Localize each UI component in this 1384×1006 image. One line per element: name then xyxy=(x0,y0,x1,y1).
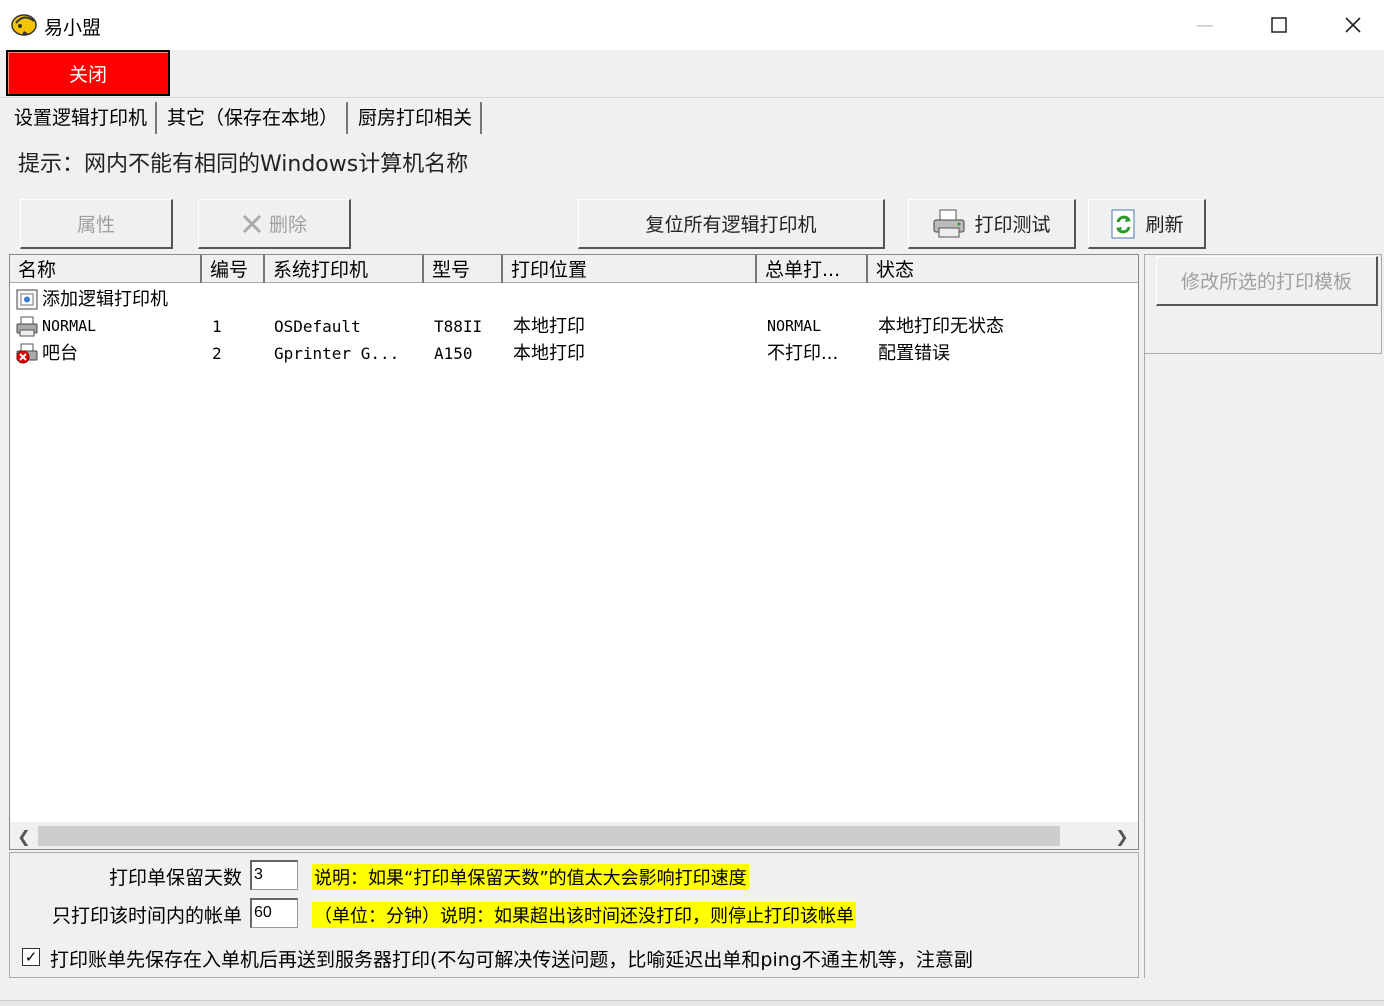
table-row[interactable]: NORMAL 1 OSDefault T88II 本地打印 NORMAL 本地打… xyxy=(10,313,1138,340)
tab-other-local[interactable]: 其它（保存在本地） xyxy=(159,102,349,134)
print-test-button[interactable]: 打印测试 xyxy=(908,199,1076,249)
refresh-label: 刷新 xyxy=(1145,214,1184,236)
row-total-print: 不打印... xyxy=(767,343,839,364)
minimize-button[interactable]: — xyxy=(1168,0,1242,50)
printer-icon xyxy=(932,208,968,240)
printer-list: 名称 编号 系统打印机 型号 打印位置 总单打... 状态 添加逻辑打印机 NO… xyxy=(9,254,1139,850)
delete-label: 删除 xyxy=(268,214,307,236)
maximize-button[interactable] xyxy=(1242,0,1316,50)
title-bar: 易小盟 — xyxy=(0,0,1384,50)
tab-bar: 设置逻辑打印机 其它（保存在本地） 厨房打印相关 xyxy=(6,100,484,134)
column-name[interactable]: 名称 xyxy=(10,255,202,283)
list-item-add[interactable]: 添加逻辑打印机 xyxy=(10,286,1138,313)
row-name: NORMAL xyxy=(42,317,97,335)
row-location: 本地打印 xyxy=(513,343,585,364)
horizontal-scrollbar[interactable]: ❮ ❯ xyxy=(9,822,1139,850)
column-total-print[interactable]: 总单打... xyxy=(757,255,868,283)
printer-icon xyxy=(16,316,38,337)
row-name: 添加逻辑打印机 xyxy=(42,289,168,310)
row-status: 配置错误 xyxy=(878,343,950,364)
maximize-icon xyxy=(1271,17,1287,33)
row-system-printer: Gprinter G... xyxy=(274,344,400,363)
time-limit-label: 只打印该时间内的帐单 xyxy=(51,905,242,927)
keep-days-input[interactable]: 3 xyxy=(250,860,298,890)
scrollbar-thumb[interactable] xyxy=(38,826,1060,846)
delete-button[interactable]: 删除 xyxy=(198,199,351,249)
window-title: 易小盟 xyxy=(44,17,102,39)
column-print-location[interactable]: 打印位置 xyxy=(503,255,757,283)
reset-all-button[interactable]: 复位所有逻辑打印机 xyxy=(578,199,885,249)
refresh-button[interactable]: 刷新 xyxy=(1088,199,1206,249)
refresh-icon xyxy=(1109,208,1139,240)
time-limit-note: （单位：分钟）说明：如果超出该时间还没打印，则停止打印该帐单 xyxy=(312,902,856,928)
row-total-print: NORMAL xyxy=(767,317,822,335)
printer-error-icon xyxy=(16,343,38,364)
window-bottom-edge xyxy=(0,1000,1384,1006)
scroll-left-icon[interactable]: ❮ xyxy=(12,824,36,848)
hint-text: 提示：网内不能有相同的Windows计算机名称 xyxy=(18,152,469,177)
scroll-right-icon[interactable]: ❯ xyxy=(1110,824,1134,848)
close-icon xyxy=(1345,17,1361,33)
save-first-label: 打印账单先保存在入单机后再送到服务器打印(不勾可解决传送问题，比喻延迟出单和pi… xyxy=(50,949,973,971)
add-printer-icon xyxy=(16,289,38,310)
modify-template-button[interactable]: 修改所选的打印模板 xyxy=(1156,256,1378,306)
column-system-printer[interactable]: 系统打印机 xyxy=(265,255,424,283)
properties-button[interactable]: 属性 xyxy=(20,199,173,249)
row-location: 本地打印 xyxy=(513,316,585,337)
tab-logical-printers[interactable]: 设置逻辑打印机 xyxy=(6,102,158,134)
row-status: 本地打印无状态 xyxy=(878,316,1004,337)
table-row[interactable]: 吧台 2 Gprinter G... A150 本地打印 不打印... 配置错误 xyxy=(10,340,1138,367)
row-name: 吧台 xyxy=(42,343,78,364)
row-model: T88II xyxy=(434,317,483,336)
keep-days-note: 说明：如果“打印单保留天数”的值太大会影响打印速度 xyxy=(312,864,749,890)
reset-all-label: 复位所有逻辑打印机 xyxy=(645,214,817,236)
close-window-button[interactable] xyxy=(1316,0,1384,50)
time-limit-input[interactable]: 60 xyxy=(250,898,298,928)
close-button[interactable]: 关闭 xyxy=(6,50,170,96)
tab-kitchen-print[interactable]: 厨房打印相关 xyxy=(350,102,483,134)
row-model: A150 xyxy=(434,344,473,363)
row-system-printer: OSDefault xyxy=(274,317,361,336)
template-panel-lower xyxy=(1144,354,1384,978)
column-model[interactable]: 型号 xyxy=(424,255,503,283)
properties-label: 属性 xyxy=(76,214,115,236)
print-test-label: 打印测试 xyxy=(974,214,1051,236)
column-number[interactable]: 编号 xyxy=(202,255,265,283)
list-header: 名称 编号 系统打印机 型号 打印位置 总单打... 状态 xyxy=(10,255,1138,283)
row-number: 2 xyxy=(212,344,222,363)
toolbar xyxy=(0,50,1384,98)
delete-icon xyxy=(241,213,263,235)
app-logo-icon xyxy=(11,14,37,36)
save-first-checkbox[interactable]: ✓ xyxy=(22,948,40,966)
column-status[interactable]: 状态 xyxy=(868,255,1138,283)
keep-days-label: 打印单保留天数 xyxy=(108,867,242,889)
row-number: 1 xyxy=(212,317,222,336)
